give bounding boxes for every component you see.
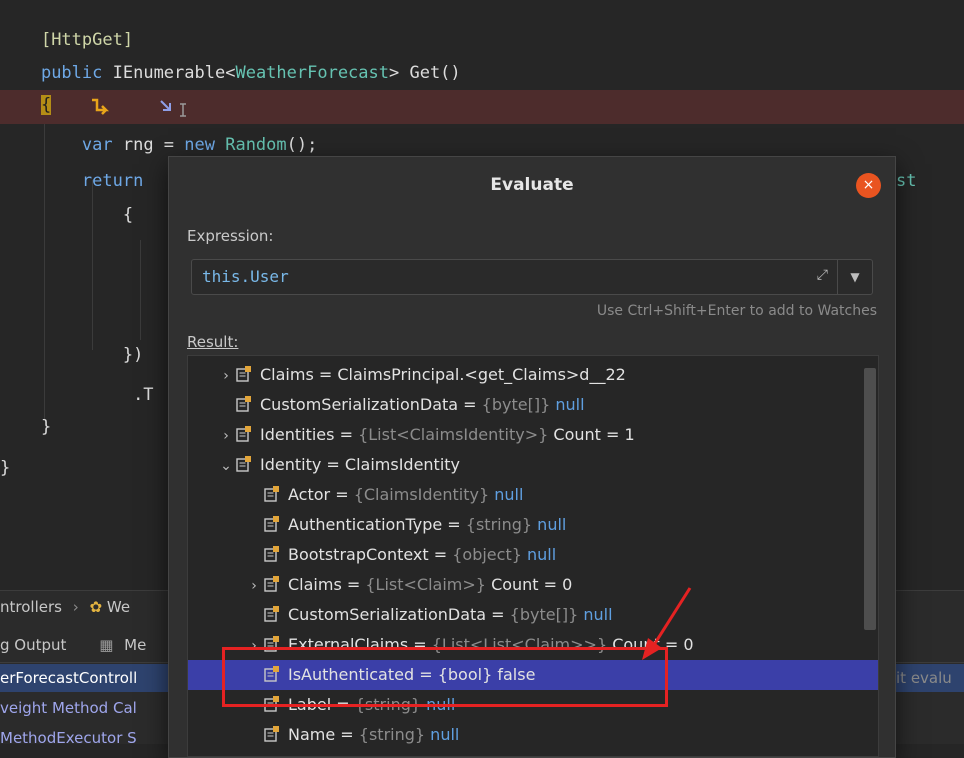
property-value: null [527, 545, 557, 564]
equals-sign: = [458, 395, 482, 414]
step-over-icon[interactable] [88, 96, 110, 118]
tree-row[interactable]: BootstrapContext = {object} null [188, 540, 878, 570]
property-icon [236, 362, 252, 382]
property-name: Claims [260, 365, 314, 384]
tree-row[interactable]: › Identities = {List<ClaimsIdentity>} Cou… [188, 420, 878, 451]
tree-row[interactable]: › Claims = {List<Claim>} Count = 0 [188, 570, 878, 601]
matched-brace: { [40, 95, 52, 115]
property-icon [264, 542, 280, 562]
tree-row[interactable]: Name = {string} null [188, 720, 878, 750]
property-type: {string} [358, 725, 426, 744]
breakpoint-line[interactable]: { [0, 90, 964, 124]
property-name: Actor [288, 485, 331, 504]
property-icon [236, 422, 252, 442]
property-icon [236, 392, 252, 412]
property-icon [264, 602, 280, 622]
class-icon: ✿ [89, 598, 103, 616]
property-value: null [430, 725, 460, 744]
equals-sign: = [442, 515, 466, 534]
equals-sign: = [428, 545, 453, 564]
equals-sign: = [334, 425, 359, 444]
property-name: Identities [260, 425, 335, 444]
close-button[interactable]: × [856, 173, 881, 198]
expand-arrow-icon[interactable]: › [216, 361, 236, 391]
equals-sign: = [330, 485, 354, 504]
tree-row[interactable]: AuthenticationType = {string} null [188, 510, 878, 540]
breadcrumb-separator: › [72, 598, 79, 616]
expand-icon[interactable]: ⤢ [817, 267, 828, 283]
property-value: null [555, 395, 585, 414]
expression-input[interactable]: this.User ⤢ ▼ [191, 259, 873, 295]
property-value: null [583, 605, 613, 624]
tree-row[interactable]: › Claims = ClaimsPrincipal.<get_Claims>d_… [188, 360, 878, 391]
code-line: [HttpGet] [0, 25, 964, 55]
status-text: it evalu [896, 669, 952, 687]
annotation-highlight-box [222, 647, 668, 707]
annotation-arrow-icon [642, 587, 692, 660]
property-name: AuthenticationType [288, 515, 443, 534]
indent-guide [140, 240, 141, 340]
dialog-title: Evaluate [490, 175, 574, 195]
equals-sign: = [486, 605, 510, 624]
property-icon [264, 572, 280, 592]
property-type: {object} [452, 545, 522, 564]
tree-row[interactable]: CustomSerializationData = {byte[]} null [188, 600, 878, 630]
run-to-cursor-icon[interactable] [158, 96, 192, 118]
property-icon [264, 722, 280, 742]
tab-memory[interactable]: Me [124, 636, 146, 654]
expand-arrow-icon[interactable]: › [216, 421, 236, 451]
property-icon [264, 482, 280, 502]
property-name: Name [288, 725, 336, 744]
property-name: BootstrapContext [288, 545, 429, 564]
property-icon [236, 452, 252, 472]
breadcrumb-item[interactable]: We [107, 598, 130, 616]
property-name: Identity [260, 455, 322, 474]
property-value: ClaimsPrincipal.<get_Claims>d__22 [337, 365, 626, 384]
equals-sign: = [313, 365, 338, 384]
property-type: {string} [465, 515, 533, 534]
property-value: null [494, 485, 524, 504]
equals-sign: = [335, 725, 359, 744]
collapse-arrow-icon[interactable]: ⌄ [216, 451, 236, 481]
breadcrumb-item[interactable]: ntrollers [0, 598, 62, 616]
equals-sign: = [321, 455, 345, 474]
property-type: {List<ClaimsIdentity>} [358, 425, 549, 444]
property-name: Claims [288, 575, 342, 594]
property-type: {byte[]} [481, 395, 551, 414]
property-value: Count = 0 [491, 575, 573, 594]
property-type: {byte[]} [509, 605, 579, 624]
indent-guide [44, 120, 45, 420]
property-type: {ClaimsIdentity} [353, 485, 490, 504]
attribute-text: [HttpGet] [40, 30, 134, 50]
watches-hint: Use Ctrl+Shift+Enter to add to Watches [596, 303, 877, 319]
property-icon [264, 512, 280, 532]
code-line: public IEnumerable<WeatherForecast> Get(… [40, 63, 461, 83]
expression-label: Expression: [187, 227, 274, 245]
property-icon [264, 632, 280, 652]
expand-arrow-icon[interactable]: › [244, 571, 264, 601]
property-name: CustomSerializationData [260, 395, 459, 414]
property-value: ClaimsIdentity [344, 455, 461, 474]
tree-row[interactable]: ⌄ Identity = ClaimsIdentity [188, 450, 878, 481]
expression-value: this.User [202, 267, 289, 286]
memory-icon: ▦ [99, 636, 114, 654]
tree-row[interactable]: Actor = {ClaimsIdentity} null [188, 480, 878, 510]
tree-row[interactable]: CustomSerializationData = {byte[]} null [188, 390, 878, 420]
property-type: {List<Claim>} [365, 575, 486, 594]
result-label: Result: [187, 333, 239, 351]
equals-sign: = [341, 575, 366, 594]
tab-debug-output[interactable]: g Output [0, 636, 66, 654]
property-name: CustomSerializationData [288, 605, 487, 624]
history-dropdown-button[interactable]: ▼ [837, 260, 872, 294]
property-value: Count = 1 [553, 425, 635, 444]
property-value: null [537, 515, 567, 534]
